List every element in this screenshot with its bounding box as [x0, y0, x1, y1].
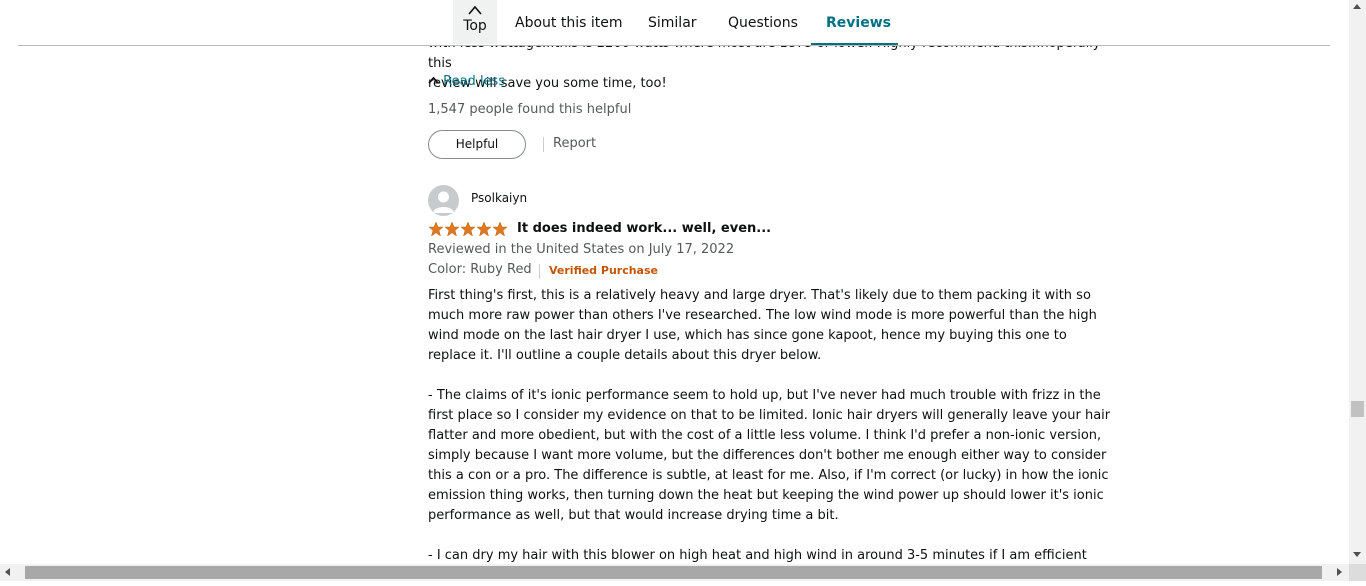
reviewer-name[interactable]: Psolkaiyn [471, 191, 527, 205]
review-paragraph: - I can dry my hair with this blower on … [428, 548, 1087, 563]
verified-purchase-badge: Verified Purchase [549, 264, 658, 277]
read-less-link[interactable]: Read less [428, 74, 505, 89]
review-date: Reviewed in the United States on July 17… [428, 242, 735, 257]
helpful-count: 1,547 people found this helpful [428, 102, 632, 117]
review-body: First thing's first, this is a relativel… [428, 286, 1118, 586]
scrollbar-thumb[interactable] [25, 566, 1322, 579]
report-link[interactable]: Report [553, 136, 596, 151]
divider [539, 264, 540, 279]
scroll-down-icon[interactable] [1353, 552, 1361, 557]
nav-about-item[interactable]: About this item [515, 14, 622, 32]
product-nav-bar: Top About this item Similar Questions Re… [0, 0, 1349, 46]
helpful-button[interactable]: Helpful [428, 130, 526, 159]
chevron-up-icon [428, 76, 439, 84]
nav-similar[interactable]: Similar [648, 14, 697, 32]
read-less-label: Read less [443, 74, 506, 89]
nav-reviews[interactable]: Reviews [826, 14, 891, 32]
vertical-scrollbar[interactable] [1349, 0, 1366, 564]
back-to-top-button[interactable]: Top [453, 0, 497, 44]
nav-questions[interactable]: Questions [728, 14, 798, 32]
five-stars-icon [428, 221, 508, 237]
scrollbar-corner [1349, 564, 1366, 581]
avatar [428, 185, 459, 216]
scroll-right-icon[interactable] [1337, 568, 1342, 576]
horizontal-scrollbar[interactable] [0, 564, 1349, 581]
product-variant[interactable]: Color: Ruby Red [428, 262, 532, 277]
previous-review-line: review will save you some time, too! [428, 76, 667, 91]
top-label: Top [463, 18, 487, 34]
user-avatar-icon [433, 191, 454, 213]
star-rating[interactable] [428, 221, 508, 239]
nav-divider [18, 45, 1330, 46]
scroll-up-icon[interactable] [1353, 4, 1361, 9]
review-title[interactable]: It does indeed work... well, even... [517, 221, 771, 236]
chevron-up-icon [468, 5, 482, 15]
review-paragraph: - The claims of it's ionic performance s… [428, 388, 1111, 523]
divider [543, 137, 544, 152]
scrollbar-thumb[interactable] [1351, 401, 1364, 417]
scroll-left-icon[interactable] [5, 568, 10, 576]
review-paragraph: First thing's first, this is a relativel… [428, 288, 1097, 363]
